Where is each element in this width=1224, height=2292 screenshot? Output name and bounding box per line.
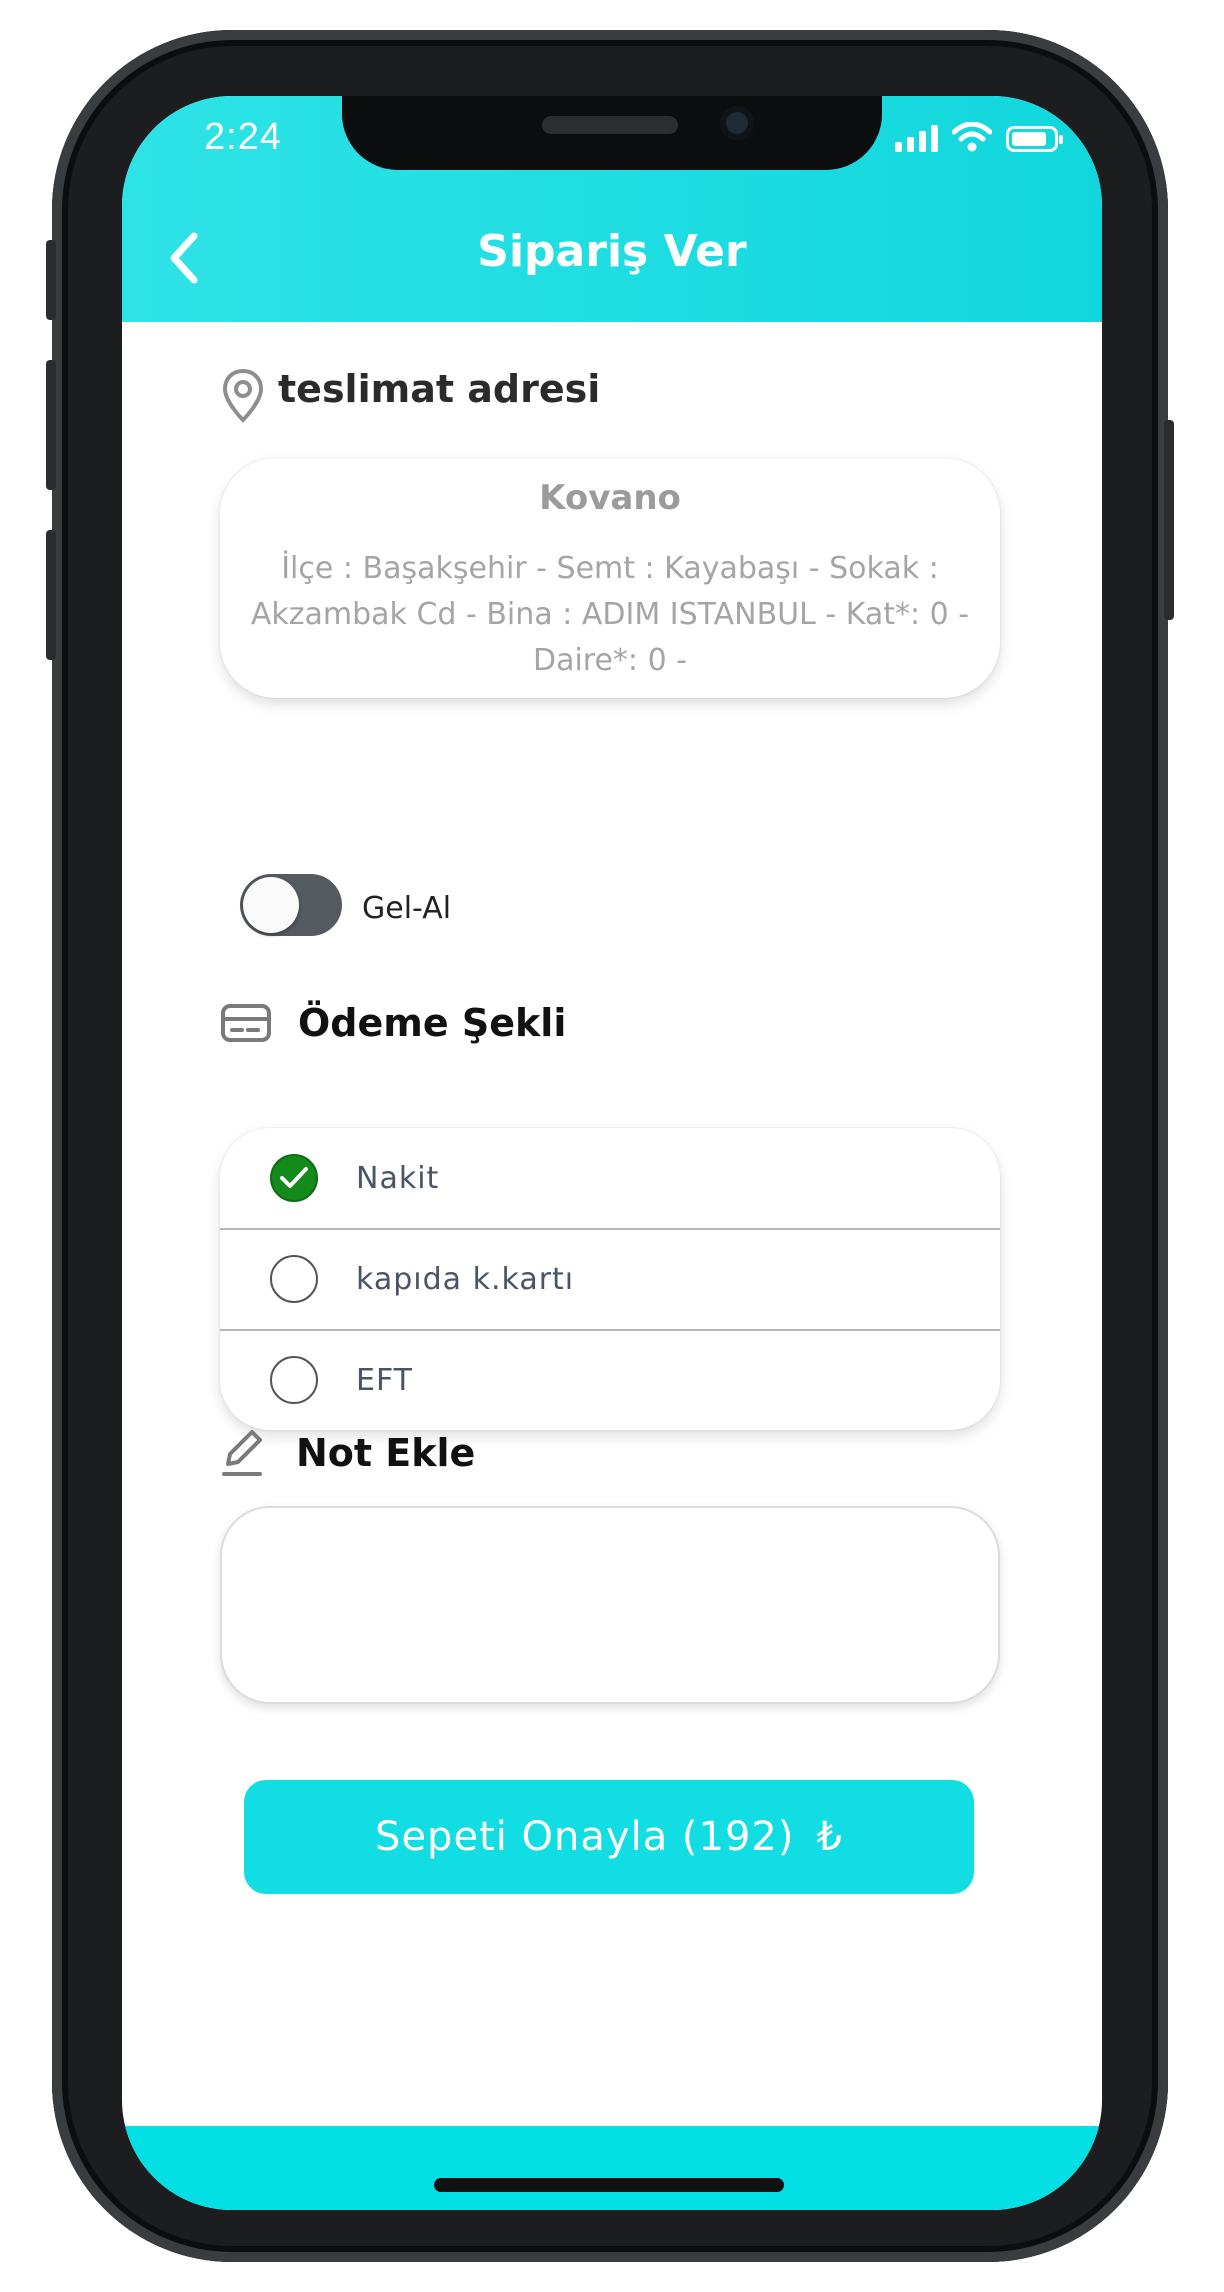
add-note-heading: Not Ekle	[220, 1426, 475, 1480]
bottom-bar	[122, 2126, 1102, 2210]
payment-option-label: Nakit	[356, 1160, 440, 1196]
payment-option-label: EFT	[356, 1362, 414, 1398]
address-line: Akzambak Cd - Bina : ADIM ISTANBUL - Kat…	[250, 597, 970, 632]
mute-switch	[46, 240, 56, 320]
credit-card-icon	[221, 1004, 271, 1042]
device-notch	[342, 96, 882, 170]
address-card[interactable]: Kovano İlçe : Başakşehir - Semt : Kayaba…	[220, 458, 1000, 698]
toggle-knob	[243, 877, 299, 933]
address-line: İlçe : Başakşehir - Semt : Kayabaşı - So…	[281, 551, 939, 586]
app-screen: 2:24 Sipariş Ver teslimat adresi Kovano …	[122, 96, 1102, 2210]
pickup-toggle-label: Gel-Al	[362, 891, 452, 926]
address-details: İlçe : Başakşehir - Semt : Kayabaşı - So…	[250, 546, 970, 684]
address-line: Daire*: 0 -	[532, 643, 688, 678]
page-title: Sipariş Ver	[477, 226, 747, 277]
note-textarea[interactable]	[220, 1506, 1000, 1704]
location-pin-icon	[222, 368, 264, 423]
payment-option-eft[interactable]: EFT	[220, 1330, 1000, 1430]
pickup-toggle[interactable]	[240, 874, 342, 936]
payment-method-heading: Ödeme Şekli	[220, 1001, 566, 1045]
cellular-signal-icon	[895, 124, 938, 152]
payment-option-card-at-door[interactable]: kapıda k.kartı	[220, 1229, 1000, 1329]
home-indicator[interactable]	[434, 2178, 784, 2192]
payment-method-title: Ödeme Şekli	[298, 1001, 567, 1045]
delivery-address-title: teslimat adresi	[278, 367, 601, 411]
status-icons	[895, 122, 1063, 152]
radio-button[interactable]	[270, 1255, 318, 1303]
add-note-title: Not Ekle	[296, 1431, 476, 1475]
confirm-cart-label: Sepeti Onayla (192)	[375, 1814, 795, 1860]
battery-icon	[1006, 126, 1063, 152]
confirm-cart-button[interactable]: Sepeti Onayla (192) ₺	[244, 1780, 974, 1894]
speaker-grille	[542, 116, 678, 134]
payment-option-cash[interactable]: Nakit	[220, 1128, 1000, 1228]
payment-option-label: kapıda k.kartı	[356, 1261, 575, 1297]
radio-button-checked[interactable]	[270, 1154, 318, 1202]
volume-down-button	[46, 530, 56, 660]
pencil-icon	[222, 1430, 262, 1476]
power-button	[1164, 420, 1174, 620]
lira-currency-icon: ₺	[816, 1814, 843, 1860]
delivery-address-heading: teslimat adresi	[220, 367, 601, 424]
status-time: 2:24	[204, 116, 282, 158]
checkmark-icon	[280, 1167, 308, 1188]
radio-button[interactable]	[270, 1356, 318, 1404]
front-camera	[720, 106, 754, 140]
payment-options-card: Nakit kapıda k.kartı EFT	[220, 1128, 1000, 1430]
volume-up-button	[46, 360, 56, 490]
address-name: Kovano	[539, 478, 681, 518]
wifi-icon	[952, 122, 992, 152]
